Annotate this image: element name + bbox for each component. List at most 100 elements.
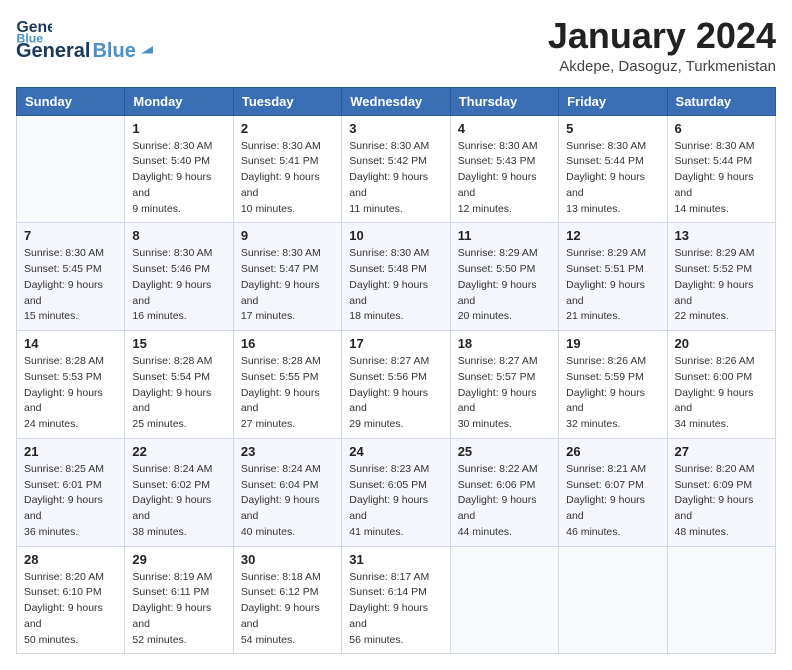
day-number: 23 <box>241 444 334 459</box>
day-info: Sunrise: 8:25 AMSunset: 6:01 PMDaylight:… <box>24 462 117 541</box>
day-info: Sunrise: 8:26 AMSunset: 6:00 PMDaylight:… <box>675 354 768 433</box>
calendar-cell: 12 Sunrise: 8:29 AMSunset: 5:51 PMDaylig… <box>559 223 667 331</box>
day-info: Sunrise: 8:26 AMSunset: 5:59 PMDaylight:… <box>566 354 659 433</box>
day-number: 19 <box>566 336 659 351</box>
calendar-cell: 3 Sunrise: 8:30 AMSunset: 5:42 PMDayligh… <box>342 115 450 223</box>
calendar-cell: 17 Sunrise: 8:27 AMSunset: 5:56 PMDaylig… <box>342 331 450 439</box>
day-info: Sunrise: 8:30 AMSunset: 5:40 PMDaylight:… <box>132 139 225 218</box>
logo-triangle-icon <box>138 40 156 58</box>
calendar-week-row-4: 28 Sunrise: 8:20 AMSunset: 6:10 PMDaylig… <box>17 546 776 654</box>
calendar-cell <box>17 115 125 223</box>
day-number: 1 <box>132 121 225 136</box>
calendar-cell: 14 Sunrise: 8:28 AMSunset: 5:53 PMDaylig… <box>17 331 125 439</box>
day-number: 11 <box>458 228 551 243</box>
day-info: Sunrise: 8:30 AMSunset: 5:45 PMDaylight:… <box>24 246 117 325</box>
day-info: Sunrise: 8:30 AMSunset: 5:41 PMDaylight:… <box>241 139 334 218</box>
day-info: Sunrise: 8:30 AMSunset: 5:43 PMDaylight:… <box>458 139 551 218</box>
day-number: 22 <box>132 444 225 459</box>
calendar-cell: 22 Sunrise: 8:24 AMSunset: 6:02 PMDaylig… <box>125 438 233 546</box>
calendar-week-row-3: 21 Sunrise: 8:25 AMSunset: 6:01 PMDaylig… <box>17 438 776 546</box>
day-info: Sunrise: 8:27 AMSunset: 5:57 PMDaylight:… <box>458 354 551 433</box>
calendar-cell: 6 Sunrise: 8:30 AMSunset: 5:44 PMDayligh… <box>667 115 775 223</box>
calendar-cell <box>450 546 558 654</box>
calendar-cell: 18 Sunrise: 8:27 AMSunset: 5:57 PMDaylig… <box>450 331 558 439</box>
page-header: General Blue General Blue January 2024 A… <box>16 16 776 75</box>
header-saturday: Saturday <box>667 87 775 115</box>
header-wednesday: Wednesday <box>342 87 450 115</box>
day-number: 31 <box>349 552 442 567</box>
day-number: 28 <box>24 552 117 567</box>
day-info: Sunrise: 8:30 AMSunset: 5:48 PMDaylight:… <box>349 246 442 325</box>
location: Akdepe, Dasoguz, Turkmenistan <box>548 58 776 75</box>
day-number: 27 <box>675 444 768 459</box>
calendar-cell: 28 Sunrise: 8:20 AMSunset: 6:10 PMDaylig… <box>17 546 125 654</box>
day-number: 18 <box>458 336 551 351</box>
day-info: Sunrise: 8:30 AMSunset: 5:42 PMDaylight:… <box>349 139 442 218</box>
day-info: Sunrise: 8:21 AMSunset: 6:07 PMDaylight:… <box>566 462 659 541</box>
day-info: Sunrise: 8:20 AMSunset: 6:10 PMDaylight:… <box>24 570 117 649</box>
day-info: Sunrise: 8:24 AMSunset: 6:04 PMDaylight:… <box>241 462 334 541</box>
calendar-cell: 10 Sunrise: 8:30 AMSunset: 5:48 PMDaylig… <box>342 223 450 331</box>
logo-blue: Blue <box>92 40 135 63</box>
day-number: 9 <box>241 228 334 243</box>
header-monday: Monday <box>125 87 233 115</box>
day-info: Sunrise: 8:30 AMSunset: 5:44 PMDaylight:… <box>566 139 659 218</box>
day-number: 21 <box>24 444 117 459</box>
calendar-week-row-1: 7 Sunrise: 8:30 AMSunset: 5:45 PMDayligh… <box>17 223 776 331</box>
calendar-cell: 9 Sunrise: 8:30 AMSunset: 5:47 PMDayligh… <box>233 223 341 331</box>
day-number: 17 <box>349 336 442 351</box>
calendar-cell: 21 Sunrise: 8:25 AMSunset: 6:01 PMDaylig… <box>17 438 125 546</box>
day-info: Sunrise: 8:22 AMSunset: 6:06 PMDaylight:… <box>458 462 551 541</box>
calendar-header-row: Sunday Monday Tuesday Wednesday Thursday… <box>17 87 776 115</box>
day-info: Sunrise: 8:29 AMSunset: 5:50 PMDaylight:… <box>458 246 551 325</box>
day-info: Sunrise: 8:19 AMSunset: 6:11 PMDaylight:… <box>132 570 225 649</box>
calendar-cell: 4 Sunrise: 8:30 AMSunset: 5:43 PMDayligh… <box>450 115 558 223</box>
calendar-cell: 27 Sunrise: 8:20 AMSunset: 6:09 PMDaylig… <box>667 438 775 546</box>
calendar-cell: 23 Sunrise: 8:24 AMSunset: 6:04 PMDaylig… <box>233 438 341 546</box>
day-number: 3 <box>349 121 442 136</box>
calendar-cell: 30 Sunrise: 8:18 AMSunset: 6:12 PMDaylig… <box>233 546 341 654</box>
calendar-cell <box>559 546 667 654</box>
logo: General Blue General Blue <box>16 16 156 63</box>
calendar-cell: 24 Sunrise: 8:23 AMSunset: 6:05 PMDaylig… <box>342 438 450 546</box>
calendar-cell: 13 Sunrise: 8:29 AMSunset: 5:52 PMDaylig… <box>667 223 775 331</box>
day-number: 26 <box>566 444 659 459</box>
calendar-cell: 1 Sunrise: 8:30 AMSunset: 5:40 PMDayligh… <box>125 115 233 223</box>
day-info: Sunrise: 8:28 AMSunset: 5:54 PMDaylight:… <box>132 354 225 433</box>
day-number: 15 <box>132 336 225 351</box>
calendar-table: Sunday Monday Tuesday Wednesday Thursday… <box>16 87 776 655</box>
day-number: 20 <box>675 336 768 351</box>
day-info: Sunrise: 8:30 AMSunset: 5:46 PMDaylight:… <box>132 246 225 325</box>
title-section: January 2024 Akdepe, Dasoguz, Turkmenist… <box>548 16 776 75</box>
calendar-cell: 5 Sunrise: 8:30 AMSunset: 5:44 PMDayligh… <box>559 115 667 223</box>
calendar-cell: 26 Sunrise: 8:21 AMSunset: 6:07 PMDaylig… <box>559 438 667 546</box>
header-thursday: Thursday <box>450 87 558 115</box>
day-number: 10 <box>349 228 442 243</box>
calendar-cell: 11 Sunrise: 8:29 AMSunset: 5:50 PMDaylig… <box>450 223 558 331</box>
day-number: 4 <box>458 121 551 136</box>
calendar-cell: 25 Sunrise: 8:22 AMSunset: 6:06 PMDaylig… <box>450 438 558 546</box>
calendar-cell: 8 Sunrise: 8:30 AMSunset: 5:46 PMDayligh… <box>125 223 233 331</box>
calendar-cell: 15 Sunrise: 8:28 AMSunset: 5:54 PMDaylig… <box>125 331 233 439</box>
day-number: 7 <box>24 228 117 243</box>
calendar-cell: 20 Sunrise: 8:26 AMSunset: 6:00 PMDaylig… <box>667 331 775 439</box>
day-number: 5 <box>566 121 659 136</box>
calendar-cell: 16 Sunrise: 8:28 AMSunset: 5:55 PMDaylig… <box>233 331 341 439</box>
calendar-week-row-0: 1 Sunrise: 8:30 AMSunset: 5:40 PMDayligh… <box>17 115 776 223</box>
day-info: Sunrise: 8:27 AMSunset: 5:56 PMDaylight:… <box>349 354 442 433</box>
day-number: 13 <box>675 228 768 243</box>
day-number: 25 <box>458 444 551 459</box>
day-number: 14 <box>24 336 117 351</box>
day-info: Sunrise: 8:18 AMSunset: 6:12 PMDaylight:… <box>241 570 334 649</box>
day-info: Sunrise: 8:24 AMSunset: 6:02 PMDaylight:… <box>132 462 225 541</box>
day-number: 16 <box>241 336 334 351</box>
day-info: Sunrise: 8:29 AMSunset: 5:52 PMDaylight:… <box>675 246 768 325</box>
day-info: Sunrise: 8:23 AMSunset: 6:05 PMDaylight:… <box>349 462 442 541</box>
day-info: Sunrise: 8:30 AMSunset: 5:47 PMDaylight:… <box>241 246 334 325</box>
calendar-cell <box>667 546 775 654</box>
day-number: 30 <box>241 552 334 567</box>
day-info: Sunrise: 8:29 AMSunset: 5:51 PMDaylight:… <box>566 246 659 325</box>
calendar-cell: 7 Sunrise: 8:30 AMSunset: 5:45 PMDayligh… <box>17 223 125 331</box>
calendar-week-row-2: 14 Sunrise: 8:28 AMSunset: 5:53 PMDaylig… <box>17 331 776 439</box>
day-number: 8 <box>132 228 225 243</box>
